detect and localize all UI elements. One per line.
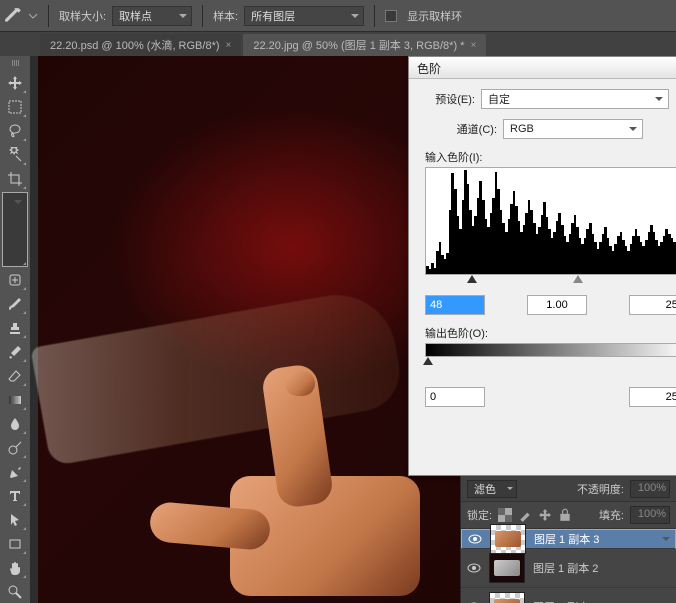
opacity-field[interactable]: 100% bbox=[630, 480, 670, 498]
layer-thumbnail[interactable] bbox=[489, 592, 525, 603]
show-ring-label: 显示取样环 bbox=[407, 8, 462, 24]
hand-tool[interactable] bbox=[3, 557, 27, 579]
eyedropper-tool[interactable] bbox=[2, 192, 28, 267]
output-gradient bbox=[425, 343, 676, 357]
close-icon[interactable]: × bbox=[226, 40, 232, 51]
canvas[interactable]: 色阶 预设(E): 自定 通道(C): RGB 输入色阶(I): bbox=[30, 56, 676, 603]
visibility-icon[interactable] bbox=[467, 561, 481, 575]
rectangle-tool[interactable] bbox=[3, 533, 27, 555]
workspace: 色阶 预设(E): 自定 通道(C): RGB 输入色阶(I): bbox=[0, 56, 676, 603]
options-bar: 取样大小: 取样点 样本: 所有图层 显示取样环 bbox=[0, 0, 676, 32]
histogram bbox=[425, 167, 676, 275]
fill-label: 填充: bbox=[599, 507, 624, 523]
flyout-icon[interactable] bbox=[28, 11, 38, 21]
layers-panel: 滤色 不透明度: 100% 锁定: 填充: 100% 图层 1 副本 3 bbox=[460, 476, 676, 603]
tool-palette bbox=[0, 56, 30, 603]
input-gamma-field[interactable] bbox=[527, 295, 587, 315]
hand-shape bbox=[110, 396, 430, 596]
lock-transparency-icon[interactable] bbox=[498, 508, 512, 522]
gradient-tool[interactable] bbox=[3, 389, 27, 411]
levels-dialog: 色阶 预设(E): 自定 通道(C): RGB 输入色阶(I): bbox=[408, 56, 676, 476]
channel-dropdown[interactable]: RGB bbox=[503, 119, 643, 139]
fill-field[interactable]: 100% bbox=[630, 506, 670, 524]
layer-name: 图层 1 副本 bbox=[533, 599, 589, 603]
lock-all-icon[interactable] bbox=[558, 508, 572, 522]
eyedropper-icon bbox=[4, 7, 22, 25]
layer-name: 图层 1 副本 3 bbox=[534, 531, 599, 547]
pen-tool[interactable] bbox=[3, 461, 27, 483]
layer-thumbnail[interactable] bbox=[490, 524, 526, 554]
layer-row[interactable]: 图层 1 副本 2 bbox=[461, 549, 676, 588]
eraser-tool[interactable] bbox=[3, 365, 27, 387]
type-tool[interactable] bbox=[3, 485, 27, 507]
layer-list: 图层 1 副本 3 图层 1 副本 2 图层 1 副本 图层 1 bbox=[461, 529, 676, 603]
crop-tool[interactable] bbox=[3, 168, 27, 190]
output-black-field[interactable] bbox=[425, 387, 485, 407]
zoom-tool[interactable] bbox=[3, 581, 27, 603]
preset-label: 预设(E): bbox=[421, 91, 475, 107]
lock-label: 锁定: bbox=[467, 507, 492, 523]
preset-dropdown[interactable]: 自定 bbox=[481, 89, 669, 109]
tab-title: 22.20.psd @ 100% (水滴, RGB/8*) bbox=[50, 37, 220, 53]
visibility-icon[interactable] bbox=[468, 532, 482, 546]
separator bbox=[374, 5, 375, 27]
show-ring-checkbox[interactable] bbox=[385, 10, 397, 22]
move-tool[interactable] bbox=[3, 72, 27, 94]
blur-tool[interactable] bbox=[3, 413, 27, 435]
opacity-label: 不透明度: bbox=[577, 481, 624, 497]
lock-move-icon[interactable] bbox=[538, 508, 552, 522]
layer-name: 图层 1 副本 2 bbox=[533, 560, 598, 576]
sample-dropdown[interactable]: 所有图层 bbox=[244, 6, 364, 26]
dialog-title[interactable]: 色阶 bbox=[409, 57, 676, 79]
out-black-slider[interactable] bbox=[423, 357, 433, 365]
dodge-tool[interactable] bbox=[3, 437, 27, 459]
input-black-field[interactable] bbox=[425, 295, 485, 315]
heal-tool[interactable] bbox=[3, 269, 27, 291]
layer-row[interactable]: 图层 1 副本 3 bbox=[461, 529, 676, 549]
history-brush-tool[interactable] bbox=[3, 341, 27, 363]
channel-label: 通道(C): bbox=[443, 121, 497, 137]
tab-document-2[interactable]: 22.20.jpg @ 50% (图层 1 副本 3, RGB/8*) * × bbox=[243, 34, 486, 56]
output-slider[interactable] bbox=[425, 357, 676, 371]
sample-size-dropdown[interactable]: 取样点 bbox=[112, 6, 192, 26]
output-white-field[interactable] bbox=[629, 387, 676, 407]
lasso-tool[interactable] bbox=[3, 120, 27, 142]
input-slider[interactable] bbox=[425, 275, 676, 289]
lock-brush-icon[interactable] bbox=[518, 508, 532, 522]
input-levels-label: 输入色阶(I): bbox=[425, 149, 676, 165]
gamma-slider[interactable] bbox=[573, 275, 583, 283]
tab-document-1[interactable]: 22.20.psd @ 100% (水滴, RGB/8*) × bbox=[40, 34, 241, 56]
brush-tool[interactable] bbox=[3, 293, 27, 315]
tab-title: 22.20.jpg @ 50% (图层 1 副本 3, RGB/8*) * bbox=[253, 37, 464, 53]
layer-thumbnail[interactable] bbox=[489, 553, 525, 583]
marquee-tool[interactable] bbox=[3, 96, 27, 118]
input-white-field[interactable] bbox=[629, 295, 676, 315]
separator bbox=[48, 5, 49, 27]
sample-label: 样本: bbox=[213, 8, 238, 24]
black-point-slider[interactable] bbox=[467, 275, 477, 283]
close-icon[interactable]: × bbox=[470, 40, 476, 51]
wand-tool[interactable] bbox=[3, 144, 27, 166]
layer-row[interactable]: 图层 1 副本 bbox=[461, 588, 676, 603]
sample-size-label: 取样大小: bbox=[59, 8, 106, 24]
separator bbox=[202, 5, 203, 27]
output-levels-label: 输出色阶(O): bbox=[425, 325, 676, 341]
stamp-tool[interactable] bbox=[3, 317, 27, 339]
path-select-tool[interactable] bbox=[3, 509, 27, 531]
blend-mode-dropdown[interactable]: 滤色 bbox=[467, 480, 517, 498]
grip-icon[interactable] bbox=[5, 60, 25, 66]
document-tabs: 22.20.psd @ 100% (水滴, RGB/8*) × 22.20.jp… bbox=[0, 32, 676, 56]
